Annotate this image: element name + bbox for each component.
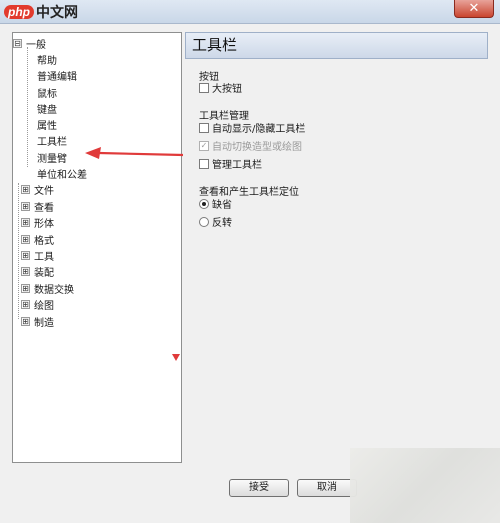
- tree-item-units[interactable]: 单位和公差: [37, 166, 87, 181]
- expand-icon[interactable]: ⊞: [21, 185, 30, 194]
- expand-icon[interactable]: ⊞: [21, 202, 30, 211]
- tree-item-data-exchange[interactable]: ⊞ 数据交换: [21, 281, 74, 296]
- checkmark-icon: ✓: [199, 140, 209, 151]
- tree-item-label: 格式: [34, 236, 54, 247]
- cancel-button[interactable]: 取消: [297, 479, 357, 497]
- tree-item-label: 工具栏: [37, 137, 67, 148]
- radio-label: 缺省: [212, 200, 232, 211]
- accept-button[interactable]: 接受: [229, 479, 289, 497]
- tree-item-label: 装配: [34, 268, 54, 279]
- manage-toolbar-checkbox[interactable]: 管理工具栏: [199, 156, 262, 171]
- expand-icon[interactable]: ⊞: [21, 218, 30, 227]
- expand-icon[interactable]: ⊞: [21, 317, 30, 326]
- checkbox-label: 自动切换造型或绘图: [212, 142, 302, 153]
- tree-item-label: 文件: [34, 186, 54, 197]
- tree-item-file[interactable]: ⊞ 文件: [21, 182, 54, 197]
- tree-item-assembly[interactable]: ⊞ 装配: [21, 264, 54, 279]
- expand-icon[interactable]: ⊞: [21, 267, 30, 276]
- tree-item-label: 鼠标: [37, 89, 57, 100]
- tree-item-keyboard[interactable]: 键盘: [37, 101, 57, 116]
- auto-show-toolbar-checkbox[interactable]: 自动显示/隐藏工具栏: [199, 120, 305, 135]
- checkbox-icon[interactable]: [199, 158, 209, 169]
- watermark-php: php: [4, 5, 34, 19]
- expand-icon[interactable]: ⊞: [21, 300, 30, 309]
- large-buttons-checkbox[interactable]: 大按钮: [199, 80, 242, 95]
- tree-item-label: 形体: [34, 219, 54, 230]
- tree-item-label: 工具: [34, 252, 54, 263]
- close-icon: ✕: [468, 1, 480, 16]
- checkbox-icon[interactable]: [199, 122, 209, 133]
- tree-item-label: 一般: [26, 40, 46, 51]
- expand-icon[interactable]: ⊞: [21, 235, 30, 244]
- tree-item-label: 普通编辑: [37, 72, 77, 83]
- auto-switch-checkbox: ✓ 自动切换造型或绘图: [199, 138, 302, 153]
- watermark-site: 中文网: [36, 4, 78, 20]
- expand-icon[interactable]: ⊞: [21, 251, 30, 260]
- tree-connector: [18, 183, 19, 319]
- checkbox-label: 大按钮: [212, 84, 242, 95]
- tree-item-manufacturing[interactable]: ⊞ 制造: [21, 314, 54, 329]
- tree-item-label: 测量臂: [37, 154, 67, 165]
- tree-item-shape[interactable]: ⊞ 形体: [21, 215, 54, 230]
- tree-item-label: 帮助: [37, 56, 57, 67]
- radio-label: 反转: [212, 218, 232, 229]
- tree-item-label: 键盘: [37, 105, 57, 116]
- expand-icon[interactable]: ⊞: [21, 284, 30, 293]
- tree-item-view[interactable]: ⊞ 查看: [21, 199, 54, 214]
- tree-item-general[interactable]: ⊟ 一般: [13, 36, 46, 51]
- radio-selected-icon[interactable]: [199, 198, 209, 209]
- tree-item-properties[interactable]: 属性: [37, 117, 57, 132]
- tree-item-toolbar[interactable]: 工具栏: [37, 133, 67, 148]
- reverse-radio[interactable]: 反转: [199, 214, 232, 229]
- tree-item-label: 查看: [34, 203, 54, 214]
- tree-connector: [27, 47, 28, 167]
- radio-icon[interactable]: [199, 216, 209, 227]
- checkbox-label: 管理工具栏: [212, 160, 262, 171]
- checkbox-icon[interactable]: [199, 82, 209, 93]
- tree-item-format[interactable]: ⊞ 格式: [21, 232, 54, 247]
- close-button[interactable]: ✕: [454, 0, 494, 18]
- default-radio[interactable]: 缺省: [199, 196, 232, 211]
- checkbox-label: 自动显示/隐藏工具栏: [212, 124, 306, 135]
- panel-title: 工具栏: [185, 32, 488, 59]
- title-bar: php 中文网 ✕: [0, 0, 500, 24]
- tree-item-mouse[interactable]: 鼠标: [37, 85, 57, 100]
- tree-item-help[interactable]: 帮助: [37, 52, 57, 67]
- tree-item-label: 绘图: [34, 301, 54, 312]
- tree-item-tools[interactable]: ⊞ 工具: [21, 248, 54, 263]
- scroll-down-arrow-icon[interactable]: [172, 354, 180, 361]
- tree-item-label: 数据交换: [34, 285, 74, 296]
- watermark-logo: php 中文网: [4, 2, 78, 22]
- annotation-arrow: [85, 147, 184, 159]
- collapse-icon[interactable]: ⊟: [13, 39, 22, 48]
- tree-item-drawing[interactable]: ⊞ 绘图: [21, 297, 54, 312]
- tree-item-label: 制造: [34, 318, 54, 329]
- tree-item-label: 属性: [37, 121, 57, 132]
- tree-item-edit[interactable]: 普通编辑: [37, 68, 77, 83]
- tree-item-measuring-arm[interactable]: 测量臂: [37, 150, 67, 165]
- blurred-region: [350, 448, 500, 523]
- options-tree[interactable]: ⊟ 一般 帮助 普通编辑 鼠标 键盘 属性 工具栏 测量臂 单位和公差 ⊞ 文件 …: [12, 32, 182, 463]
- tree-item-label: 单位和公差: [37, 170, 87, 181]
